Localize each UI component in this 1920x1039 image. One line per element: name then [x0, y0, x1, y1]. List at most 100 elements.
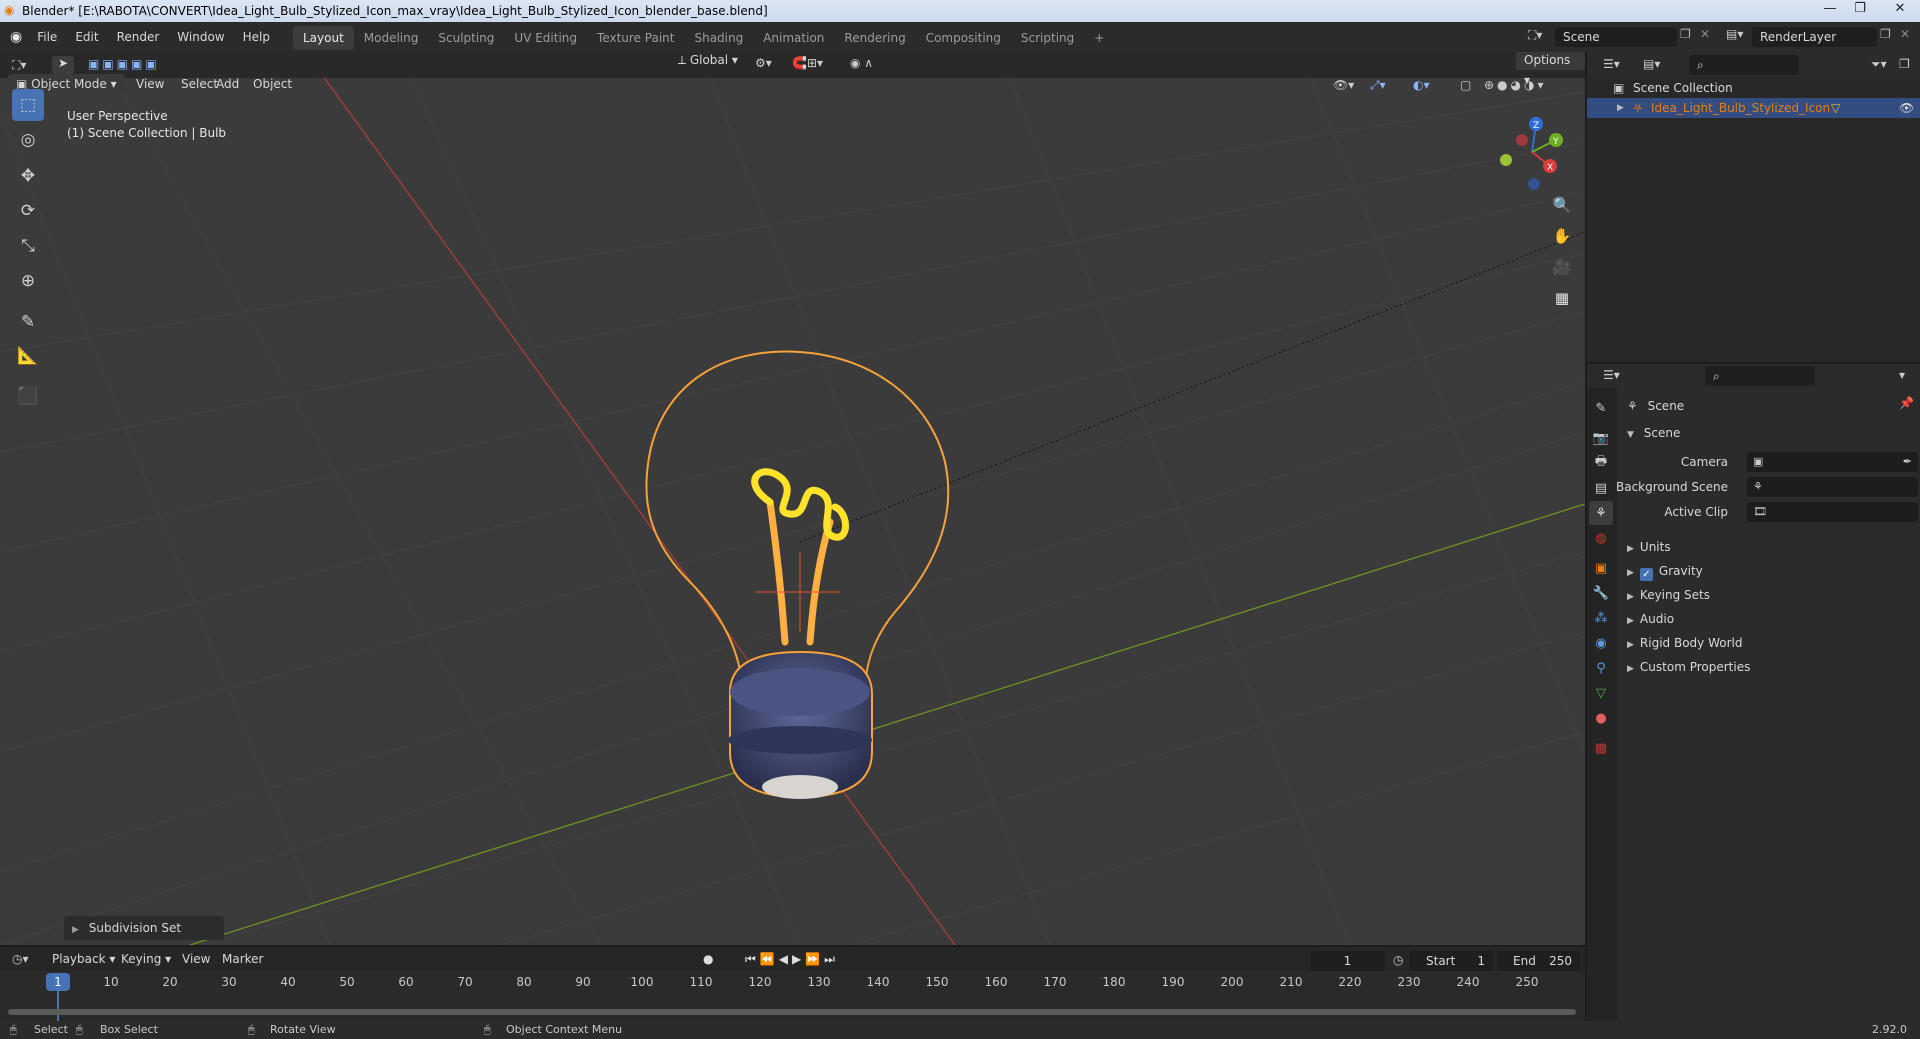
marker-menu[interactable]: Marker: [214, 949, 271, 969]
tab-shading[interactable]: Shading: [684, 26, 753, 50]
measure-tool[interactable]: 📐: [12, 340, 44, 372]
menu-edit[interactable]: Edit: [66, 22, 107, 52]
menu-file[interactable]: File: [28, 22, 66, 52]
select-tool-icon[interactable]: ➤: [52, 56, 74, 74]
properties-search-input[interactable]: ⌕: [1705, 366, 1815, 386]
tab-modeling[interactable]: Modeling: [354, 26, 429, 50]
output-tab-icon[interactable]: 🖶: [1589, 451, 1613, 475]
camera-view-icon[interactable]: 🎥: [1549, 254, 1575, 280]
playback-controls-icons[interactable]: ⏮⏪◀▶⏩⏭: [745, 952, 839, 967]
tab-animation[interactable]: Animation: [753, 26, 834, 50]
rotate-tool[interactable]: ⟳: [12, 195, 44, 227]
tab-compositing[interactable]: Compositing: [916, 26, 1011, 50]
3d-viewport[interactable]: ⛶▾ ➤ ▣▣▣▣▣ ▣ Object Mode ▾ View Select A…: [0, 52, 1585, 945]
last-operator-panel[interactable]: ▶ Subdivision Set: [64, 916, 224, 940]
maximize-button[interactable]: ❐: [1845, 0, 1875, 20]
keying-dropdown[interactable]: Keying ▾: [113, 949, 179, 969]
custom-properties-section[interactable]: ▶ Custom Properties: [1627, 656, 1750, 678]
rigid-body-world-section[interactable]: ▶ Rigid Body World: [1627, 632, 1742, 654]
outliner-search-input[interactable]: ⌕: [1689, 55, 1799, 75]
view-layer-tab-icon[interactable]: ▤: [1589, 476, 1613, 500]
scene-panel-header[interactable]: ▼ Scene: [1627, 422, 1680, 444]
delete-scene-icon[interactable]: ✕: [1700, 27, 1710, 41]
timeline-view-menu[interactable]: View: [174, 949, 218, 969]
gravity-checkbox[interactable]: ✓: [1639, 568, 1653, 581]
record-icon[interactable]: ●: [703, 952, 713, 966]
properties-options-icon[interactable]: ▾: [1899, 368, 1905, 382]
cursor-tool[interactable]: ◎: [12, 124, 44, 156]
end-frame-field[interactable]: End 250: [1497, 951, 1580, 971]
delete-layer-icon[interactable]: ✕: [1900, 27, 1910, 41]
scene-tab-icon[interactable]: ⚘: [1589, 501, 1613, 525]
tab-uv-editing[interactable]: UV Editing: [504, 26, 587, 50]
display-mode-icon[interactable]: ▤▾: [1643, 57, 1660, 71]
tab-scripting[interactable]: Scripting: [1011, 26, 1084, 50]
move-tool[interactable]: ✥: [12, 160, 44, 192]
outliner-row-scene-collection[interactable]: ▣ Scene Collection: [1587, 78, 1920, 98]
transform-orientation-dropdown[interactable]: ⟂ Global ▾: [670, 52, 746, 70]
render-layer-field[interactable]: RenderLayer: [1752, 27, 1877, 47]
menu-object[interactable]: Object: [245, 74, 300, 94]
tool-tab-icon[interactable]: ✎: [1589, 396, 1613, 420]
new-scene-icon[interactable]: ❐: [1680, 27, 1691, 41]
overlay-toggle-icon[interactable]: ◐▾: [1413, 78, 1430, 92]
xray-icon[interactable]: ▢: [1460, 78, 1471, 92]
render-tab-icon[interactable]: 📷: [1589, 426, 1613, 450]
data-tab-icon[interactable]: ▽: [1589, 681, 1613, 705]
tab-layout[interactable]: Layout: [292, 26, 354, 50]
tab-rendering[interactable]: Rendering: [834, 26, 915, 50]
zoom-icon[interactable]: 🔍: [1549, 192, 1575, 218]
start-frame-field[interactable]: Start 1: [1410, 951, 1493, 971]
background-scene-field[interactable]: ⚘: [1747, 477, 1918, 497]
particles-tab-icon[interactable]: ⁂: [1589, 606, 1613, 630]
pivot-icon[interactable]: ⚙▾: [755, 56, 772, 70]
editor-type-icon[interactable]: ⛶▾: [12, 58, 26, 73]
scale-tool[interactable]: ⤡: [12, 230, 44, 262]
options-dropdown[interactable]: Options ▾: [1516, 52, 1585, 87]
add-workspace-button[interactable]: +: [1084, 26, 1114, 50]
constraints-tab-icon[interactable]: ⚲: [1589, 656, 1613, 680]
gravity-section[interactable]: ▶ ✓ Gravity: [1627, 560, 1703, 582]
frame-ruler[interactable]: 1 10 20 30 40 50 60 70 80 90 100 110 120 130 140 150 16…: [0, 971, 1585, 1021]
outliner-row-object[interactable]: ▶ ⛧ Idea_Light_Bulb_Stylized_Icon ▽ 👁: [1587, 98, 1920, 118]
proportional-edit-icon[interactable]: ◉ ∧: [850, 56, 873, 70]
select-box-tool[interactable]: ⬚: [12, 89, 44, 121]
physics-tab-icon[interactable]: ◉: [1589, 631, 1613, 655]
object-tab-icon[interactable]: ▣: [1589, 556, 1613, 580]
playback-dropdown[interactable]: Playback ▾: [44, 949, 123, 969]
properties-editor-icon[interactable]: ☰▾: [1603, 368, 1620, 382]
menu-help[interactable]: Help: [234, 22, 279, 52]
navigation-gizmo[interactable]: Z Y X: [1492, 112, 1572, 192]
world-tab-icon[interactable]: ◍: [1589, 526, 1613, 550]
ortho-toggle-icon[interactable]: ▦: [1549, 285, 1575, 311]
modifier-tab-icon[interactable]: 🔧: [1589, 581, 1613, 605]
keying-sets-section[interactable]: ▶ Keying Sets: [1627, 584, 1710, 606]
tab-sculpting[interactable]: Sculpting: [428, 26, 504, 50]
audio-section[interactable]: ▶ Audio: [1627, 608, 1674, 630]
menu-render[interactable]: Render: [108, 22, 169, 52]
visibility-icon[interactable]: 👁▾: [1333, 78, 1354, 92]
minimize-button[interactable]: —: [1815, 0, 1845, 20]
transform-tool[interactable]: ⊕: [12, 265, 44, 297]
annotate-tool[interactable]: ✎: [12, 306, 44, 338]
menu-window[interactable]: Window: [168, 22, 233, 52]
selection-mode-icons[interactable]: ▣▣▣▣▣: [88, 57, 160, 71]
pin-icon[interactable]: 📌: [1899, 396, 1914, 410]
playhead-frame[interactable]: 1: [46, 973, 70, 991]
menu-view[interactable]: View: [128, 74, 172, 94]
gizmo-toggle-icon[interactable]: ⤢▾: [1370, 78, 1386, 93]
shading-mode-icons[interactable]: ⊕●◕◑▾: [1484, 78, 1547, 92]
scene-field[interactable]: Scene: [1555, 27, 1677, 47]
snap-icon[interactable]: 🧲⊞▾: [792, 56, 823, 70]
units-section[interactable]: ▶ Units: [1627, 536, 1671, 558]
current-frame-field[interactable]: 1: [1310, 951, 1385, 971]
new-collection-icon[interactable]: ❐: [1899, 57, 1910, 71]
expand-arrow-icon[interactable]: ▶: [1617, 98, 1624, 118]
blender-menu-icon[interactable]: ◉: [10, 29, 22, 45]
filter-icon[interactable]: ⏷▾: [1871, 57, 1887, 72]
outliner-editor-icon[interactable]: ☰▾: [1603, 57, 1620, 71]
new-layer-icon[interactable]: ❐: [1880, 27, 1891, 41]
timeline-editor-icon[interactable]: ◷▾: [12, 952, 29, 966]
menu-add[interactable]: Add: [208, 74, 247, 94]
close-button[interactable]: ✕: [1880, 0, 1920, 20]
